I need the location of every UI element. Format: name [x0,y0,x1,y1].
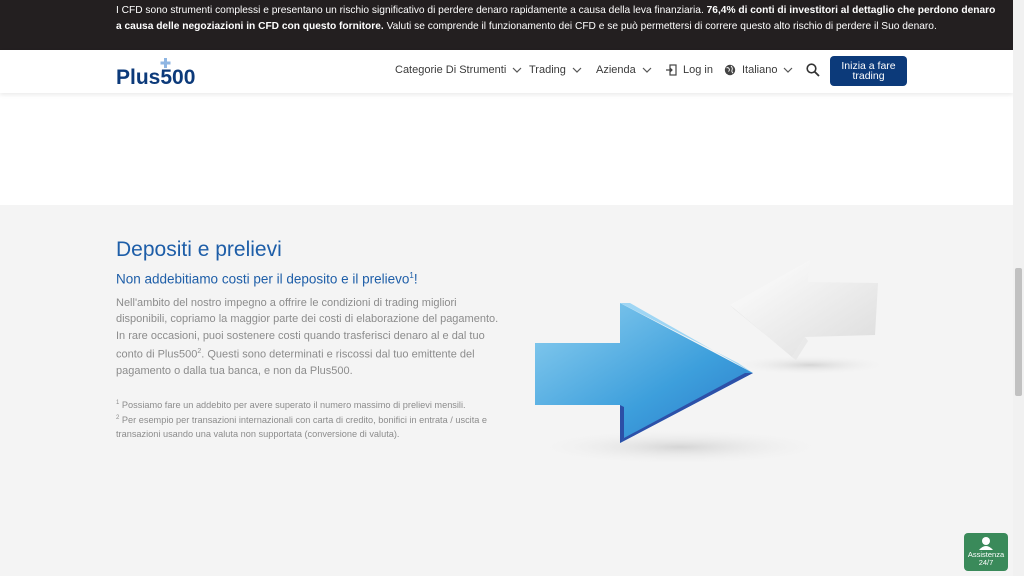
main-navbar: Plus500 Categorie Di Strumenti Trading A… [0,50,1013,93]
footnotes: 1 Possiamo fare un addebito per avere su… [116,397,501,441]
section-subtitle: Non addebitiamo costi per il deposito e … [116,271,418,287]
nav-language[interactable]: Italiano [724,64,793,76]
chevron-down-icon [572,67,582,73]
plus500-logo-mark: Plus500 [116,58,195,89]
support-agent-icon [979,537,993,550]
deposit-withdrawal-arrows-illustration [530,260,890,465]
subtitle-punctuation: ! [413,271,418,287]
scrollbar-thumb[interactable] [1015,268,1022,396]
start-trading-label: Inizia a fare trading [841,60,896,82]
risk-warning-banner: I CFD sono strumenti complessi e present… [0,0,1013,50]
chevron-down-icon [784,67,793,73]
nav-trading-label: Trading [529,64,566,76]
globe-icon [724,64,736,76]
risk-warning-advice: Valuti se comprende il funzionamento dei… [383,21,937,32]
logo-text: Plus500 [116,66,195,87]
support-label-line2: 24/7 [978,558,994,567]
nav-company-label: Azienda [596,64,636,76]
search-icon [806,63,820,77]
chevron-down-icon [642,67,652,73]
plus500-logo[interactable]: Plus500 [116,57,226,89]
nav-login-label: Log in [683,64,713,76]
start-trading-button[interactable]: Inizia a fare trading [830,56,907,86]
nav-company[interactable]: Azienda [596,64,652,76]
nav-instruments[interactable]: Categorie Di Strumenti [395,64,522,76]
chevron-down-icon [512,67,522,73]
section-body-text: Nell'ambito del nostro impegno a offrire… [116,295,501,379]
nav-instruments-label: Categorie Di Strumenti [395,64,507,76]
page-scrollbar[interactable] [1013,0,1024,576]
login-icon [666,64,677,76]
footnote-1-text: Possiamo fare un addebito per avere supe… [119,400,466,411]
subtitle-text: Non addebitiamo costi per il deposito e … [116,271,410,287]
page-title: Depositi e prelievi [116,238,282,261]
nav-trading[interactable]: Trading [529,64,582,76]
support-chat-button[interactable]: Assistenza 24/7 [964,533,1008,571]
search-button[interactable] [806,63,820,77]
risk-warning-text: I CFD sono strumenti complessi e present… [116,5,707,16]
nav-language-label: Italiano [742,64,778,76]
nav-login[interactable]: Log in [666,64,713,76]
footnote-2-text: Per esempio per transazioni internaziona… [116,415,488,439]
